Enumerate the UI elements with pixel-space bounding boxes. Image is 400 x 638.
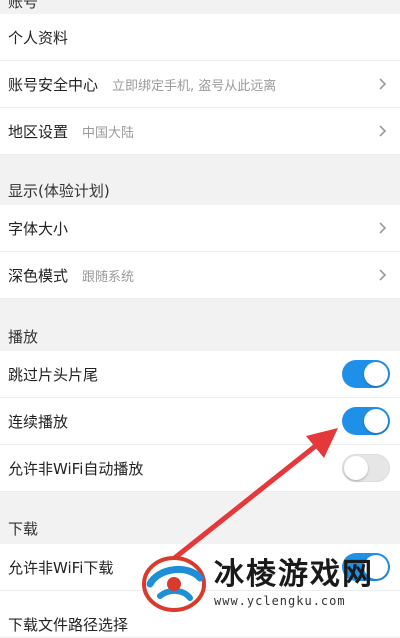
watermark: 冰棱游戏网 www.yclengku.com	[140, 548, 396, 618]
settings-row-autoplay-next: 连续播放	[0, 398, 400, 445]
settings-row-region[interactable]: 地区设置 中国大陆	[0, 108, 400, 155]
site-logo-icon	[142, 556, 206, 612]
skip-intro-toggle[interactable]	[342, 360, 390, 388]
section-header-playback: 播放	[0, 299, 400, 351]
settings-row-account-security[interactable]: 账号安全中心 立即绑定手机, 盗号从此远离	[0, 61, 400, 108]
section-title: 显示(体验计划)	[8, 181, 110, 200]
row-label: 个人资料	[8, 28, 69, 47]
row-label: 账号安全中心	[8, 75, 99, 94]
settings-row-profile[interactable]: 个人资料	[0, 14, 400, 61]
chevron-right-icon	[378, 124, 388, 138]
watermark-url: www.yclengku.com	[214, 594, 346, 608]
settings-row-dark-mode[interactable]: 深色模式 跟随系统	[0, 252, 400, 299]
chevron-right-icon	[378, 268, 388, 282]
row-label: 允许非WiFi自动播放	[8, 459, 144, 478]
watermark-title: 冰棱游戏网	[214, 557, 374, 592]
settings-row-font-size[interactable]: 字体大小	[0, 205, 400, 252]
row-label: 允许非WiFi下载	[8, 558, 114, 577]
row-label: 连续播放	[8, 412, 69, 431]
toggle-knob	[344, 456, 368, 480]
settings-row-skip-intro: 跳过片头片尾	[0, 351, 400, 398]
row-subtitle: 跟随系统	[82, 269, 135, 285]
row-label: 跳过片头片尾	[8, 365, 99, 384]
chevron-right-icon	[378, 221, 388, 235]
toggle-knob	[364, 409, 388, 433]
row-label: 字体大小	[8, 219, 69, 238]
settings-row-cellular-autoplay: 允许非WiFi自动播放	[0, 445, 400, 492]
chevron-right-icon	[378, 77, 388, 91]
row-label: 地区设置	[8, 122, 69, 141]
row-subtitle: 中国大陆	[82, 125, 135, 141]
section-header-download: 下载	[0, 492, 400, 544]
section-header-display: 显示(体验计划)	[0, 155, 400, 205]
cellular-autoplay-toggle[interactable]	[342, 454, 390, 482]
autoplay-next-toggle[interactable]	[342, 407, 390, 435]
toggle-knob	[364, 362, 388, 386]
section-title: 播放	[8, 327, 39, 346]
row-label: 深色模式	[8, 266, 69, 285]
section-title: 下载	[8, 519, 39, 538]
row-subtitle: 立即绑定手机, 盗号从此远离	[112, 78, 277, 94]
row-label: 下载文件路径选择	[8, 615, 129, 634]
section-title: 账号	[8, 0, 39, 11]
